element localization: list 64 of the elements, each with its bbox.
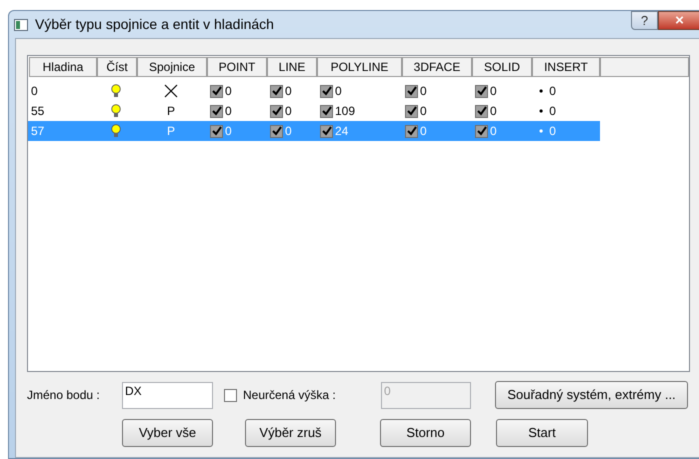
checkbox[interactable] — [475, 84, 488, 98]
bullet-mark: • — [539, 103, 544, 120]
checkbox[interactable] — [210, 84, 223, 98]
table-cell-text: 0 — [420, 123, 427, 140]
table-cell-text: 0 — [30, 83, 39, 100]
column-header[interactable]: Číst — [97, 57, 137, 77]
table-cell-text: 0 — [285, 103, 292, 120]
cross-icon — [164, 84, 178, 98]
column-header[interactable]: INSERT — [532, 57, 600, 77]
table-cell-text: 0 — [490, 123, 497, 140]
table-cell-text: 0 — [420, 103, 427, 120]
table-cell-text: 0 — [490, 83, 497, 100]
table-cell-text: 0 — [420, 83, 427, 100]
dialog-button[interactable]: Start — [496, 419, 588, 447]
checkbox[interactable] — [405, 124, 418, 138]
checkbox[interactable] — [320, 84, 333, 98]
table-row[interactable]: 0 0 0 0 0 0 • 0 — [28, 81, 600, 101]
dialog-button[interactable]: Vyber vše — [122, 419, 213, 447]
checkbox[interactable] — [270, 124, 283, 138]
checkbox[interactable] — [270, 104, 283, 118]
column-header[interactable]: 3DFACE — [402, 57, 472, 77]
checkbox[interactable] — [320, 124, 333, 138]
checkbox[interactable] — [475, 104, 488, 118]
table-cell-text: P — [166, 103, 175, 120]
column-header[interactable]: Spojnice — [137, 57, 207, 77]
table-cell-text: 0 — [225, 83, 232, 100]
table-cell-text: 0 — [335, 83, 342, 100]
column-header[interactable]: LINE — [267, 57, 317, 77]
dialog-button[interactable]: Výběr zruš — [245, 419, 336, 447]
column-header[interactable]: Hladina — [29, 57, 97, 77]
table-cell-text: 0 — [285, 123, 292, 140]
table-cell-text: P — [166, 123, 175, 140]
table-cell-text: 0 — [285, 83, 292, 100]
field-label: Jméno bodu : — [27, 387, 101, 404]
column-header[interactable]: POINT — [207, 57, 267, 77]
table-row[interactable]: 55 P 0 0 109 0 0 • 0 — [28, 101, 600, 121]
table-cell-text: 0 — [549, 83, 556, 100]
table-cell-text: 109 — [335, 103, 356, 120]
checkbox[interactable] — [210, 124, 223, 138]
bullet-mark: • — [539, 123, 544, 140]
checkbox[interactable] — [210, 104, 223, 118]
help-button[interactable]: ? — [631, 11, 658, 30]
table-cell-text: 24 — [335, 123, 348, 140]
checkbox-label: Neurčená výška : — [243, 387, 337, 404]
table-cell-text: 0 — [225, 123, 232, 140]
column-header[interactable]: POLYLINE — [317, 57, 402, 77]
table-cell-text: 0 — [549, 103, 556, 120]
column-header[interactable]: SOLID — [472, 57, 532, 77]
dialog-button[interactable]: Souřadný systém, extrémy ... — [495, 381, 688, 409]
checkbox[interactable] — [405, 104, 418, 118]
point-name-field[interactable]: DX — [122, 382, 213, 408]
table-cell-text: 0 — [225, 103, 232, 120]
table-cell-text: 55 — [30, 103, 46, 120]
table-cell-text: 57 — [30, 123, 46, 140]
table-cell-text: 0 — [549, 123, 556, 140]
checkbox[interactable] — [270, 84, 283, 98]
window-icon — [14, 18, 28, 30]
checkbox[interactable] — [320, 104, 333, 118]
checkbox[interactable] — [405, 84, 418, 98]
bullet-mark: • — [539, 83, 544, 100]
checkbox[interactable] — [475, 124, 488, 138]
window-title: Výběr typu spojnice a entit v hladinách — [35, 15, 274, 34]
dialog-button[interactable]: Storno — [380, 419, 471, 447]
table-cell-text: 0 — [490, 103, 497, 120]
